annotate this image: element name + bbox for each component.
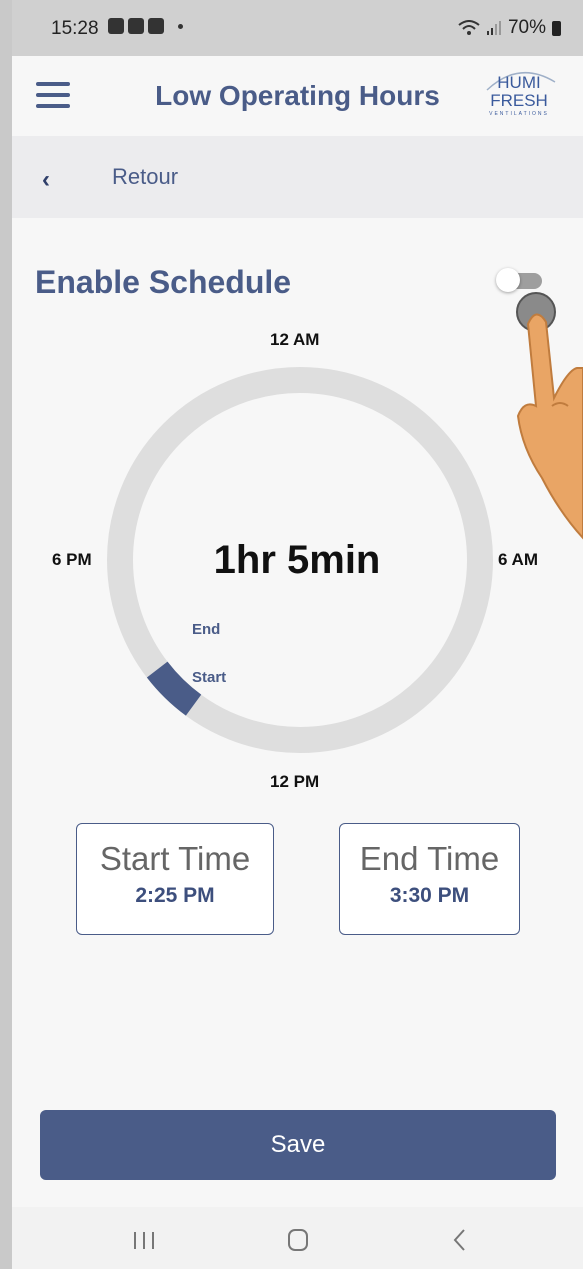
more-dot-icon <box>178 23 183 29</box>
wifi-icon <box>458 20 480 35</box>
status-right: 70% <box>458 17 561 39</box>
app-screen: 15:28 70% Low Operating Hours HUMI FRESH… <box>12 0 583 1269</box>
gallery-icon <box>108 18 124 34</box>
cast-icon <box>148 18 164 34</box>
dial-label-6am: 6 AM <box>498 550 538 569</box>
status-bar: 15:28 70% <box>12 0 583 56</box>
end-time-label: End Time <box>359 840 500 877</box>
end-marker-label: End <box>192 621 221 638</box>
duration-display: 1hr 5min <box>213 538 381 582</box>
enable-schedule-label: Enable Schedule <box>35 264 292 300</box>
start-marker-label: Start <box>192 669 227 686</box>
svg-text:HUMI: HUMI <box>497 73 540 92</box>
battery-icon <box>552 20 561 36</box>
notification-icons <box>108 18 183 34</box>
end-time-button[interactable]: End Time 3:30 PM <box>339 823 520 935</box>
recent-apps-icon[interactable] <box>124 1225 164 1255</box>
svg-text:FRESH: FRESH <box>490 91 548 110</box>
back-nav-icon[interactable] <box>440 1225 480 1255</box>
chevron-left-icon[interactable]: ‹ <box>42 166 50 194</box>
system-nav-bar <box>12 1207 583 1269</box>
start-time-value: 2:25 PM <box>135 884 215 907</box>
start-time-button[interactable]: Start Time 2:25 PM <box>76 823 274 935</box>
signal-icon <box>486 21 501 35</box>
wrench-icon <box>128 18 144 34</box>
humifresh-logo: HUMI FRESH VENTILATIONS <box>486 71 556 117</box>
schedule-arc[interactable] <box>146 661 202 716</box>
home-icon[interactable] <box>278 1225 318 1255</box>
end-time-value: 3:30 PM <box>389 884 470 907</box>
app-header: Low Operating Hours HUMI FRESH VENTILATI… <box>12 56 583 136</box>
schedule-dial: 12 AM 6 AM 12 PM 6 PM 1hr 5min End Start <box>12 310 583 810</box>
svg-text:VENTILATIONS: VENTILATIONS <box>489 111 549 117</box>
back-link[interactable]: Retour <box>112 164 178 190</box>
battery-percent: 70% <box>507 17 546 38</box>
back-bar[interactable]: ‹ Retour <box>12 136 583 218</box>
start-time-label: Start Time <box>99 840 251 877</box>
dial-label-12pm: 12 PM <box>270 772 320 791</box>
save-button[interactable]: Save <box>40 1110 556 1180</box>
status-time: 15:28 <box>51 18 99 39</box>
dial-label-12am: 12 AM <box>270 330 320 349</box>
dial-label-6pm: 6 PM <box>52 550 92 569</box>
